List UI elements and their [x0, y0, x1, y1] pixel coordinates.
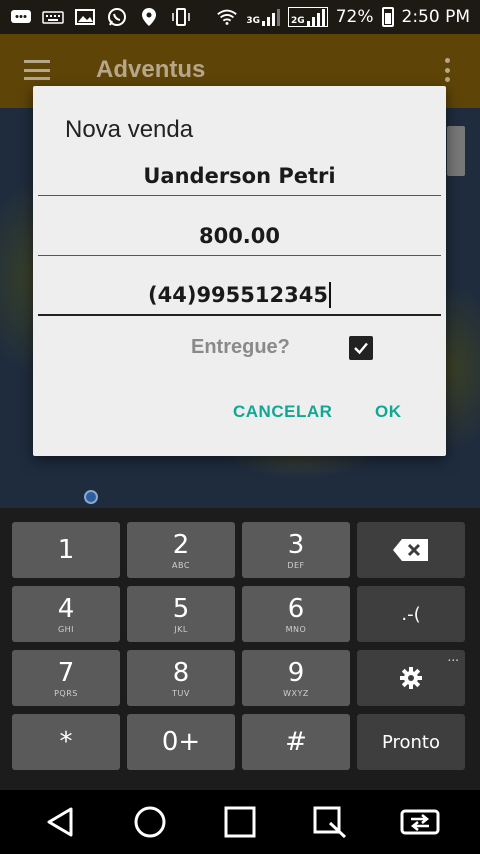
image-icon	[74, 8, 96, 26]
key-4[interactable]: 4 GHI	[12, 586, 120, 642]
battery-percent: 72%	[335, 7, 374, 27]
qslide-button[interactable]	[308, 802, 352, 842]
signal-icon	[306, 8, 325, 26]
navigation-bar	[0, 790, 480, 854]
ok-button[interactable]: OK	[375, 402, 402, 422]
dual-window-icon	[400, 809, 440, 835]
key-2[interactable]: 2 ABC	[127, 522, 235, 578]
status-bar: 3G 2G 72% 2:50 PM	[0, 0, 480, 34]
key-7[interactable]: 7 PQRS	[12, 650, 120, 706]
signal-icon	[262, 8, 281, 26]
key-5[interactable]: 5 JKL	[127, 586, 235, 642]
dual-window-button[interactable]	[398, 802, 442, 842]
menu-icon[interactable]	[24, 60, 50, 80]
check-icon	[354, 342, 368, 355]
map-control-button[interactable]	[447, 126, 465, 176]
new-sale-dialog: Nova venda Uanderson Petri 800.00 (44)99…	[33, 86, 446, 456]
key-9[interactable]: 9 WXYZ	[242, 650, 350, 706]
battery-icon	[381, 7, 394, 27]
qslide-icon	[313, 806, 347, 839]
location-icon	[138, 8, 160, 26]
wifi-icon	[216, 8, 238, 26]
cancel-button[interactable]: CANCELAR	[233, 402, 332, 422]
overflow-menu-icon[interactable]	[444, 58, 450, 82]
key-hash[interactable]: #	[242, 714, 350, 770]
recents-icon	[224, 806, 256, 838]
key-8[interactable]: 8 TUV	[127, 650, 235, 706]
delivered-checkbox[interactable]	[349, 336, 373, 360]
dialog-title: Nova venda	[65, 116, 194, 143]
keyboard-icon	[42, 8, 64, 26]
delivered-row: Entregue?	[33, 332, 446, 366]
key-0[interactable]: 0+	[127, 714, 235, 770]
phone-field[interactable]: (44)995512345	[38, 276, 441, 316]
customer-name-field[interactable]: Uanderson Petri	[38, 156, 441, 196]
numeric-keyboard: 1 2 ABC 3 DEF 4 GHI 5 JKL 6 MNO .-( 7 PQ…	[0, 508, 480, 790]
key-6[interactable]: 6 MNO	[242, 586, 350, 642]
home-button[interactable]	[128, 802, 172, 842]
punctuation-key[interactable]: .-(	[357, 586, 465, 642]
message-icon	[10, 8, 32, 26]
backspace-icon	[393, 539, 428, 561]
phone-value: (44)995512345	[148, 283, 328, 307]
gear-icon	[400, 667, 422, 689]
customer-name-value: Uanderson Petri	[143, 163, 336, 188]
back-icon	[47, 807, 73, 837]
signal-3g: 3G	[246, 8, 281, 26]
clock: 2:50 PM	[401, 7, 471, 27]
recents-button[interactable]	[218, 802, 262, 842]
delivered-label: Entregue?	[191, 336, 290, 358]
text-cursor	[328, 282, 331, 308]
key-1[interactable]: 1	[12, 522, 120, 578]
app-title: Adventus	[96, 56, 206, 83]
home-icon	[134, 806, 166, 838]
my-location-marker	[84, 490, 98, 504]
signal-2g: 2G	[288, 7, 328, 27]
whatsapp-icon	[106, 8, 128, 26]
key-star[interactable]: *	[12, 714, 120, 770]
back-button[interactable]	[38, 802, 82, 842]
vibrate-icon	[170, 8, 192, 26]
backspace-key[interactable]	[357, 522, 465, 578]
amount-field[interactable]: 800.00	[38, 216, 441, 256]
done-key[interactable]: Pronto	[357, 714, 465, 770]
amount-value: 800.00	[198, 223, 281, 248]
settings-key[interactable]: ...	[357, 650, 465, 706]
key-3[interactable]: 3 DEF	[242, 522, 350, 578]
